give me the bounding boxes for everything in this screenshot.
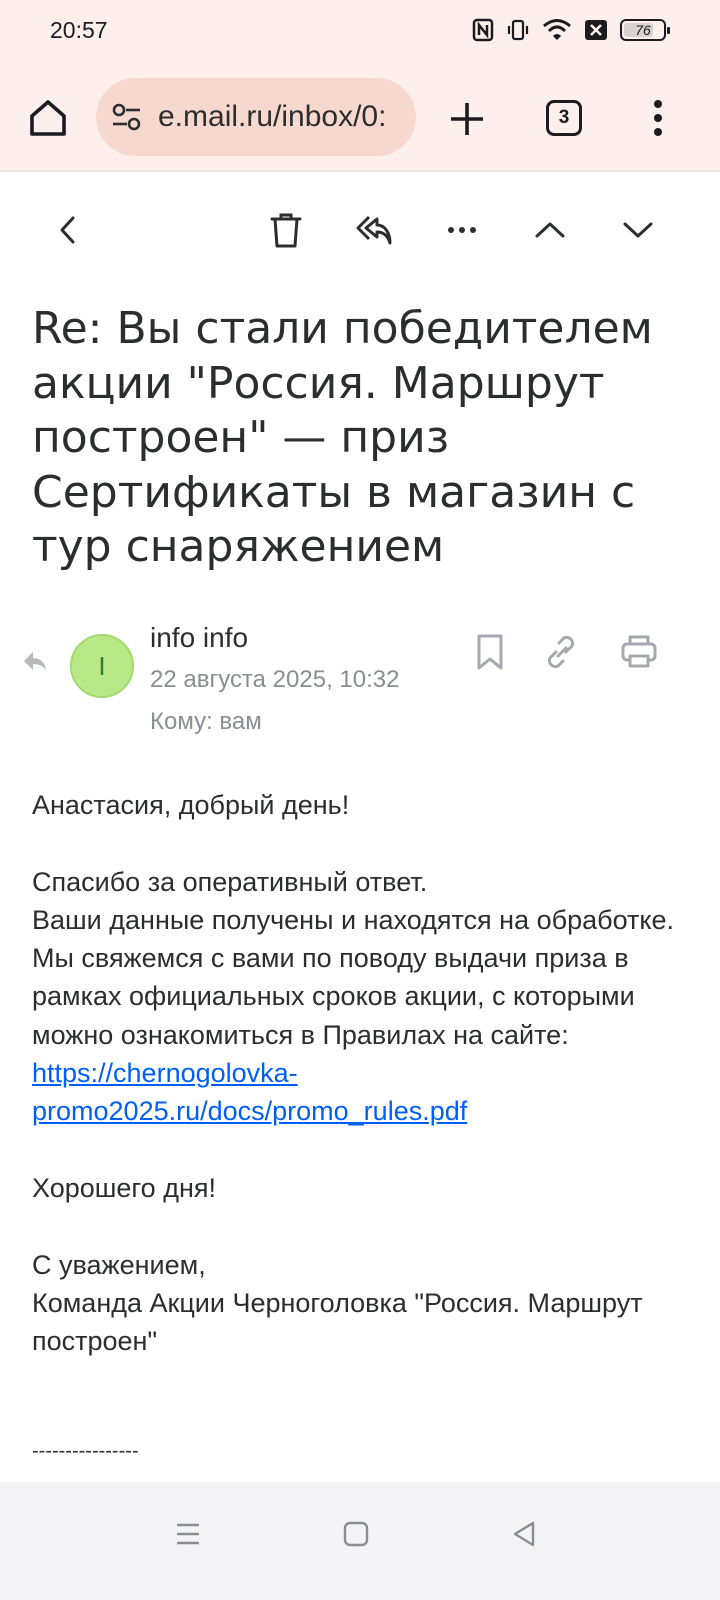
avatar[interactable]: I <box>70 634 134 698</box>
next-icon <box>623 222 653 238</box>
status-icons: 76 <box>472 18 670 42</box>
body-paragraph: Ваши данные получены и находятся на обра… <box>32 901 692 1131</box>
email-body: Анастасия, добрый день! Спасибо за опера… <box>32 786 692 1360</box>
back-icon <box>60 216 75 244</box>
delete-button[interactable] <box>264 208 308 252</box>
previous-email-button[interactable] <box>528 208 572 252</box>
replied-icon <box>24 652 46 670</box>
recents-icon[interactable] <box>174 1520 202 1548</box>
status-time: 20:57 <box>50 17 108 43</box>
body-text: Ваши данные получены и находятся на обра… <box>32 904 675 1050</box>
email-subject: Re: Вы стали победителем акции "Россия. … <box>32 303 653 572</box>
site-settings-icon[interactable] <box>110 102 144 132</box>
notification-x-icon <box>585 20 607 40</box>
body-line: Спасибо за оперативный ответ. <box>32 866 428 897</box>
status-bar: 20:57 76 <box>0 0 720 66</box>
reply-all-icon <box>356 215 392 245</box>
sender-name[interactable]: info info <box>150 622 248 654</box>
signature-team: Команда Акции Черноголовка "Россия. Марш… <box>32 1287 643 1357</box>
quote-divider: ---------------- <box>32 1440 139 1462</box>
recipient[interactable]: Кому: вам <box>150 708 262 736</box>
system-nav-bar <box>0 1482 720 1600</box>
battery-level: 76 <box>635 22 651 38</box>
more-horizontal-icon <box>448 227 476 233</box>
address-bar[interactable]: e.mail.ru/inbox/0: <box>96 78 416 156</box>
trash-icon <box>270 213 302 248</box>
plus-icon[interactable] <box>447 99 487 139</box>
back-nav-icon[interactable] <box>510 1520 538 1548</box>
back-button[interactable] <box>46 208 90 252</box>
tabs-button[interactable]: 3 <box>546 100 582 136</box>
email-date: 22 августа 2025, 10:32 <box>150 666 400 693</box>
print-icon[interactable] <box>620 632 658 672</box>
nfc-icon <box>472 18 494 42</box>
browser-toolbar: e.mail.ru/inbox/0: 3 <box>0 66 720 172</box>
email-header: I info info 22 августа 2025, 10:32 Кому:… <box>0 620 720 740</box>
more-actions-button[interactable] <box>440 208 484 252</box>
more-vertical-icon[interactable] <box>646 98 670 138</box>
battery-icon: 76 <box>620 19 670 41</box>
link-icon[interactable] <box>542 632 580 672</box>
url-text[interactable]: e.mail.ru/inbox/0: <box>158 100 406 134</box>
bookmark-icon[interactable] <box>474 632 506 672</box>
closing: Хорошего дня! <box>32 1172 216 1203</box>
home-nav-icon[interactable] <box>342 1520 370 1548</box>
home-icon[interactable] <box>26 96 70 140</box>
mail-toolbar <box>0 174 720 280</box>
next-email-button[interactable] <box>616 208 660 252</box>
reply-all-button[interactable] <box>352 208 396 252</box>
previous-icon <box>535 222 565 238</box>
wifi-icon <box>543 19 571 40</box>
signature-line: С уважением, <box>32 1249 206 1280</box>
vibrate-icon <box>507 19 529 41</box>
rules-link[interactable]: https://chernogolovka-promo2025.ru/docs/… <box>32 1058 467 1126</box>
greeting: Анастасия, добрый день! <box>32 790 350 820</box>
